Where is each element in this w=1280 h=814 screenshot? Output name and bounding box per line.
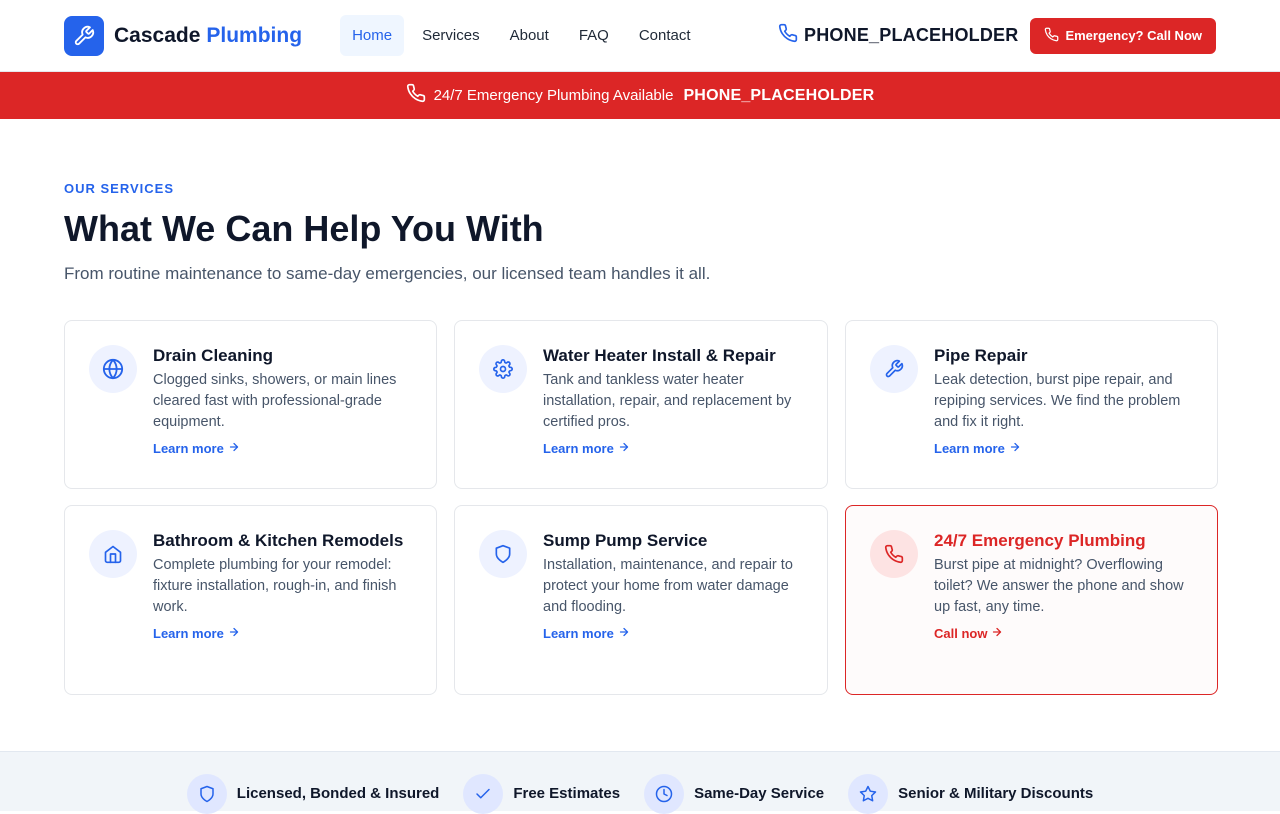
arrow-right-icon	[618, 626, 630, 641]
nav-home[interactable]: Home	[340, 15, 405, 56]
phone-icon	[870, 530, 918, 578]
section-title: What We Can Help You With	[64, 208, 544, 249]
trust-label: Senior & Military Discounts	[898, 785, 1094, 802]
trust-item: Senior & Military Discounts	[848, 773, 1094, 814]
arrow-right-icon	[228, 441, 240, 456]
call-now-link[interactable]: Call now	[934, 626, 1003, 641]
section-eyebrow: OUR SERVICES	[64, 181, 175, 196]
card-description: Installation, maintenance, and repair to…	[543, 557, 793, 615]
nav-services[interactable]: Services	[410, 15, 492, 56]
site-header: Cascade Plumbing Home Services About FAQ…	[0, 0, 1280, 72]
header-phone-link[interactable]: PHONE_PLACEHOLDER	[778, 23, 1018, 48]
arrow-right-icon	[228, 626, 240, 641]
card-description: Burst pipe at midnight? Overflowing toil…	[934, 557, 1184, 615]
trust-item: Free Estimates	[463, 773, 621, 814]
header-phone-number: PHONE_PLACEHOLDER	[804, 25, 1019, 45]
globe-icon	[89, 345, 137, 393]
service-card-drain-cleaning[interactable]: Drain Cleaning Clogged sinks, showers, o…	[64, 320, 437, 489]
home-icon	[89, 530, 137, 578]
card-title: 24/7 Emergency Plumbing	[934, 531, 1146, 550]
service-card-water-heater[interactable]: Water Heater Install & Repair Tank and t…	[454, 320, 828, 489]
card-title: Bathroom & Kitchen Remodels	[153, 531, 404, 550]
section-subtitle: From routine maintenance to same-day eme…	[64, 264, 711, 283]
emergency-call-label: Emergency? Call Now	[1065, 28, 1202, 43]
card-description: Leak detection, burst pipe repair, and r…	[934, 372, 1181, 430]
learn-more-label: Learn more	[543, 441, 614, 456]
nav-about[interactable]: About	[498, 15, 561, 56]
learn-more-link[interactable]: Learn more	[153, 441, 240, 456]
trust-bar: Licensed, Bonded & Insured Free Estimate…	[0, 751, 1280, 814]
trust-label: Free Estimates	[513, 785, 621, 802]
learn-more-link[interactable]: Learn more	[543, 626, 630, 641]
trust-label: Licensed, Bonded & Insured	[236, 785, 440, 802]
card-description: Clogged sinks, showers, or main lines cl…	[153, 372, 397, 430]
card-title: Water Heater Install & Repair	[543, 346, 776, 365]
shield-icon	[186, 773, 227, 814]
clock-icon	[644, 773, 685, 814]
arrow-right-icon	[1009, 441, 1021, 456]
gear-icon	[479, 345, 527, 393]
phone-icon	[1044, 27, 1059, 45]
wrench-icon	[64, 15, 104, 56]
learn-more-label: Learn more	[543, 626, 614, 641]
service-card-remodels[interactable]: Bathroom & Kitchen Remodels Complete plu…	[64, 505, 437, 695]
main-nav: Home Services About FAQ Contact	[340, 15, 702, 56]
emergency-banner-text: 24/7 Emergency Plumbing Available	[433, 87, 674, 104]
learn-more-link[interactable]: Learn more	[543, 441, 630, 456]
arrow-right-icon	[618, 441, 630, 456]
star-icon	[848, 773, 889, 814]
call-now-label: Call now	[934, 626, 988, 641]
trust-item: Same-Day Service	[644, 773, 825, 814]
emergency-banner[interactable]: 24/7 Emergency Plumbing Available PHONE_…	[0, 72, 1280, 119]
check-icon	[463, 773, 504, 814]
brand-name-accent: Plumbing	[206, 23, 303, 47]
learn-more-label: Learn more	[153, 441, 224, 456]
wrench-icon	[870, 345, 918, 393]
nav-faq[interactable]: FAQ	[567, 15, 621, 56]
arrow-right-icon	[991, 626, 1003, 641]
emergency-banner-phone: PHONE_PLACEHOLDER	[683, 86, 875, 104]
card-title: Sump Pump Service	[543, 531, 708, 550]
phone-icon	[778, 23, 798, 48]
card-title: Drain Cleaning	[153, 346, 273, 365]
card-description: Complete plumbing for your remodel: fixt…	[153, 557, 397, 615]
service-card-emergency[interactable]: 24/7 Emergency Plumbing Burst pipe at mi…	[845, 505, 1218, 695]
card-title: Pipe Repair	[934, 346, 1028, 365]
services-grid: Drain Cleaning Clogged sinks, showers, o…	[64, 320, 1218, 695]
nav-contact[interactable]: Contact	[627, 15, 703, 56]
learn-more-link[interactable]: Learn more	[153, 626, 240, 641]
emergency-call-button[interactable]: Emergency? Call Now	[1030, 17, 1216, 54]
brand-logo-link[interactable]: Cascade Plumbing	[64, 15, 303, 56]
learn-more-label: Learn more	[934, 441, 1005, 456]
shield-icon	[479, 530, 527, 578]
learn-more-label: Learn more	[153, 626, 224, 641]
learn-more-link[interactable]: Learn more	[934, 441, 1021, 456]
trust-item: Licensed, Bonded & Insured	[186, 773, 440, 814]
services-section: OUR SERVICES What We Can Help You With F…	[0, 119, 1280, 695]
service-card-sump-pump[interactable]: Sump Pump Service Installation, maintena…	[454, 505, 828, 695]
trust-label: Same-Day Service	[694, 785, 825, 802]
service-card-pipe-repair[interactable]: Pipe Repair Leak detection, burst pipe r…	[845, 320, 1218, 489]
card-description: Tank and tankless water heater installat…	[543, 372, 792, 430]
phone-icon	[406, 83, 426, 108]
brand-name: Cascade	[114, 23, 201, 47]
